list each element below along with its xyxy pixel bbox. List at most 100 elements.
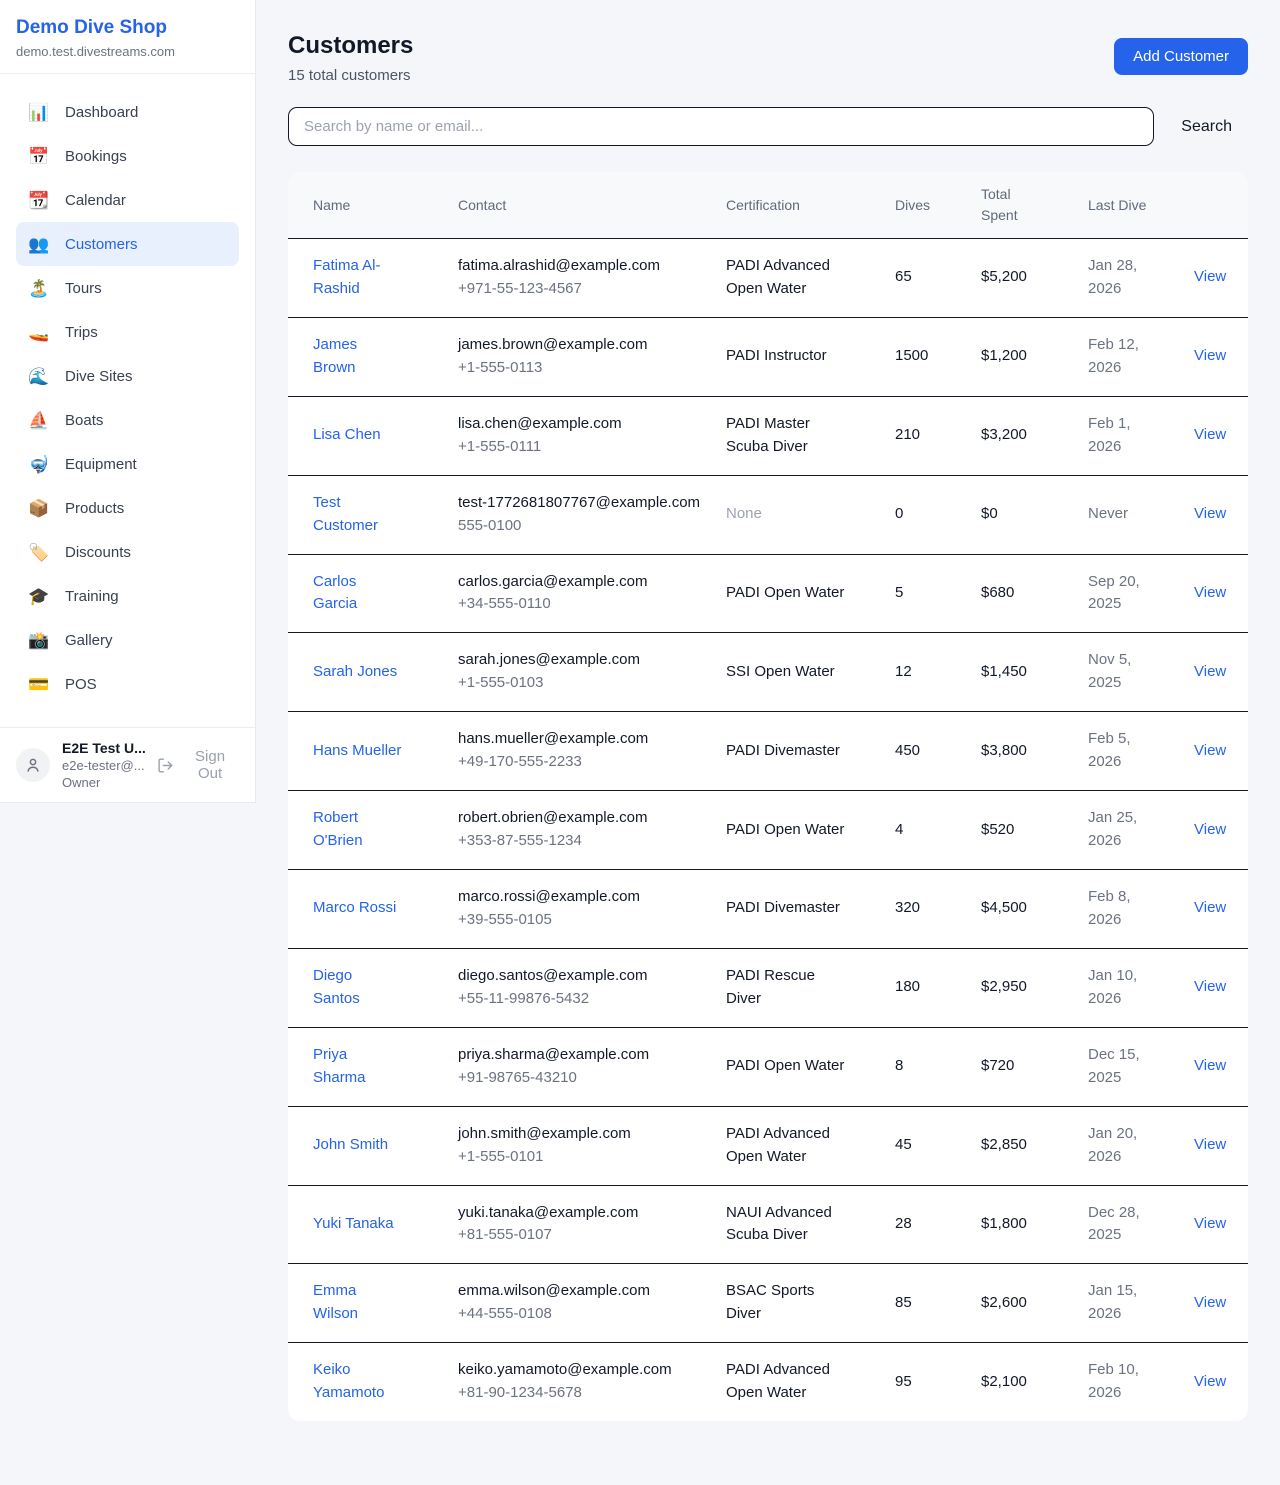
- customer-name-link[interactable]: Yuki Tanaka: [313, 1213, 394, 1236]
- dive-sites-icon: 🌊: [28, 368, 50, 385]
- customer-dives: 1500: [895, 317, 981, 396]
- sign-out-label: Sign Out: [181, 748, 239, 782]
- customer-name-link[interactable]: Priya Sharma: [313, 1044, 403, 1090]
- search-button[interactable]: Search: [1181, 118, 1232, 136]
- trips-icon: 🚤: [28, 324, 50, 341]
- customer-last-dive: Jan 10, 2026: [1088, 948, 1194, 1027]
- add-customer-button[interactable]: Add Customer: [1114, 38, 1248, 75]
- sidebar-item-boats[interactable]: ⛵ Boats: [16, 398, 239, 442]
- customer-last-dive: Dec 28, 2025: [1088, 1185, 1194, 1264]
- customer-certification: NAUI Advanced Scuba Diver: [726, 1185, 895, 1264]
- customer-total-spent: $2,100: [981, 1343, 1088, 1421]
- view-link[interactable]: View: [1194, 268, 1226, 285]
- tours-icon: 🏝️: [28, 280, 50, 297]
- view-link[interactable]: View: [1194, 584, 1226, 601]
- sidebar-item-label: Dashboard: [65, 104, 138, 121]
- sign-out-button[interactable]: Sign Out: [157, 748, 239, 782]
- view-link[interactable]: View: [1194, 1373, 1226, 1390]
- customer-certification: PADI Advanced Open Water: [726, 1343, 895, 1421]
- customer-last-dive: Feb 5, 2026: [1088, 712, 1194, 791]
- customer-dives: 45: [895, 1106, 981, 1185]
- table-row: Hans Mueller hans.mueller@example.com +4…: [288, 712, 1248, 791]
- sidebar-item-bookings[interactable]: 📅 Bookings: [16, 134, 239, 178]
- sidebar-item-customers[interactable]: 👥 Customers: [16, 222, 239, 266]
- customer-dives: 0: [895, 475, 981, 554]
- view-link[interactable]: View: [1194, 1136, 1226, 1153]
- customer-certification: PADI Open Water: [726, 1027, 895, 1106]
- sidebar-item-label: Products: [65, 500, 124, 517]
- sidebar-item-dive-sites[interactable]: 🌊 Dive Sites: [16, 354, 239, 398]
- customer-name-link[interactable]: Robert O'Brien: [313, 807, 403, 853]
- sidebar-item-dashboard[interactable]: 📊 Dashboard: [16, 90, 239, 134]
- bookings-icon: 📅: [28, 148, 50, 165]
- sidebar-item-calendar[interactable]: 📆 Calendar: [16, 178, 239, 222]
- customer-certification: PADI Advanced Open Water: [726, 1106, 895, 1185]
- calendar-icon: 📆: [28, 192, 50, 209]
- sidebar-item-equipment[interactable]: 🤿 Equipment: [16, 442, 239, 486]
- view-link[interactable]: View: [1194, 1294, 1226, 1311]
- customer-total-spent: $3,200: [981, 396, 1088, 475]
- column-header: Certification: [726, 172, 895, 239]
- customer-total-spent: $1,800: [981, 1185, 1088, 1264]
- customer-name-link[interactable]: Marco Rossi: [313, 897, 396, 920]
- sidebar-header: Demo Dive Shop demo.test.divestreams.com: [0, 0, 255, 74]
- avatar: [16, 748, 50, 782]
- table-row: Marco Rossi marco.rossi@example.com +39-…: [288, 870, 1248, 949]
- customer-name-link[interactable]: Keiko Yamamoto: [313, 1359, 403, 1405]
- view-link[interactable]: View: [1194, 978, 1226, 995]
- table-row: James Brown james.brown@example.com +1-5…: [288, 317, 1248, 396]
- customer-last-dive: Sep 20, 2025: [1088, 554, 1194, 633]
- view-link[interactable]: View: [1194, 663, 1226, 680]
- view-link[interactable]: View: [1194, 742, 1226, 759]
- customer-dives: 65: [895, 239, 981, 318]
- sidebar-item-tours[interactable]: 🏝️ Tours: [16, 266, 239, 310]
- customer-last-dive: Jan 20, 2026: [1088, 1106, 1194, 1185]
- table-row: Test Customer test-1772681807767@example…: [288, 475, 1248, 554]
- shop-domain: demo.test.divestreams.com: [16, 44, 239, 59]
- view-link[interactable]: View: [1194, 1215, 1226, 1232]
- view-link[interactable]: View: [1194, 899, 1226, 916]
- customer-count: 15 total customers: [288, 67, 413, 84]
- sidebar-item-label: Tours: [65, 280, 102, 297]
- sidebar-item-products[interactable]: 📦 Products: [16, 486, 239, 530]
- customer-email: yuki.tanaka@example.com: [458, 1202, 710, 1225]
- customers-icon: 👥: [28, 236, 50, 253]
- customer-name-link[interactable]: Carlos Garcia: [313, 571, 403, 617]
- customer-last-dive: Nov 5, 2025: [1088, 633, 1194, 712]
- customer-name-link[interactable]: Test Customer: [313, 492, 403, 538]
- customer-last-dive: Never: [1088, 475, 1194, 554]
- sidebar-item-trips[interactable]: 🚤 Trips: [16, 310, 239, 354]
- customer-name-link[interactable]: Sarah Jones: [313, 661, 397, 684]
- pos-icon: 💳: [28, 676, 50, 693]
- customer-email: james.brown@example.com: [458, 334, 710, 357]
- customer-last-dive: Jan 15, 2026: [1088, 1264, 1194, 1343]
- customer-name-link[interactable]: Diego Santos: [313, 965, 403, 1011]
- customer-name-link[interactable]: Hans Mueller: [313, 740, 401, 763]
- dashboard-icon: 📊: [28, 104, 50, 121]
- search-input[interactable]: [288, 107, 1154, 146]
- customer-name-link[interactable]: John Smith: [313, 1134, 388, 1157]
- customer-email: diego.santos@example.com: [458, 965, 710, 988]
- user-email: e2e-tester@...: [62, 758, 145, 773]
- customer-certification: PADI Rescue Diver: [726, 948, 895, 1027]
- view-link[interactable]: View: [1194, 426, 1226, 443]
- customer-name-link[interactable]: Emma Wilson: [313, 1280, 403, 1326]
- customer-total-spent: $720: [981, 1027, 1088, 1106]
- sidebar-item-training[interactable]: 🎓 Training: [16, 574, 239, 618]
- sidebar-user-footer: E2E Test U... e2e-tester@... Owner Sign …: [0, 727, 255, 802]
- view-link[interactable]: View: [1194, 505, 1226, 522]
- sidebar-item-label: Customers: [65, 236, 138, 253]
- customer-certification: PADI Advanced Open Water: [726, 239, 895, 318]
- customer-name-link[interactable]: Fatima Al-Rashid: [313, 255, 403, 301]
- customer-name-link[interactable]: James Brown: [313, 334, 403, 380]
- customer-last-dive: Feb 1, 2026: [1088, 396, 1194, 475]
- view-link[interactable]: View: [1194, 821, 1226, 838]
- view-link[interactable]: View: [1194, 1057, 1226, 1074]
- view-link[interactable]: View: [1194, 347, 1226, 364]
- customer-total-spent: $0: [981, 475, 1088, 554]
- sidebar-item-gallery[interactable]: 📸 Gallery: [16, 618, 239, 662]
- customer-name-link[interactable]: Lisa Chen: [313, 424, 381, 447]
- sidebar-item-discounts[interactable]: 🏷️ Discounts: [16, 530, 239, 574]
- sidebar-item-pos[interactable]: 💳 POS: [16, 662, 239, 706]
- page-title-block: Customers 15 total customers: [288, 32, 413, 84]
